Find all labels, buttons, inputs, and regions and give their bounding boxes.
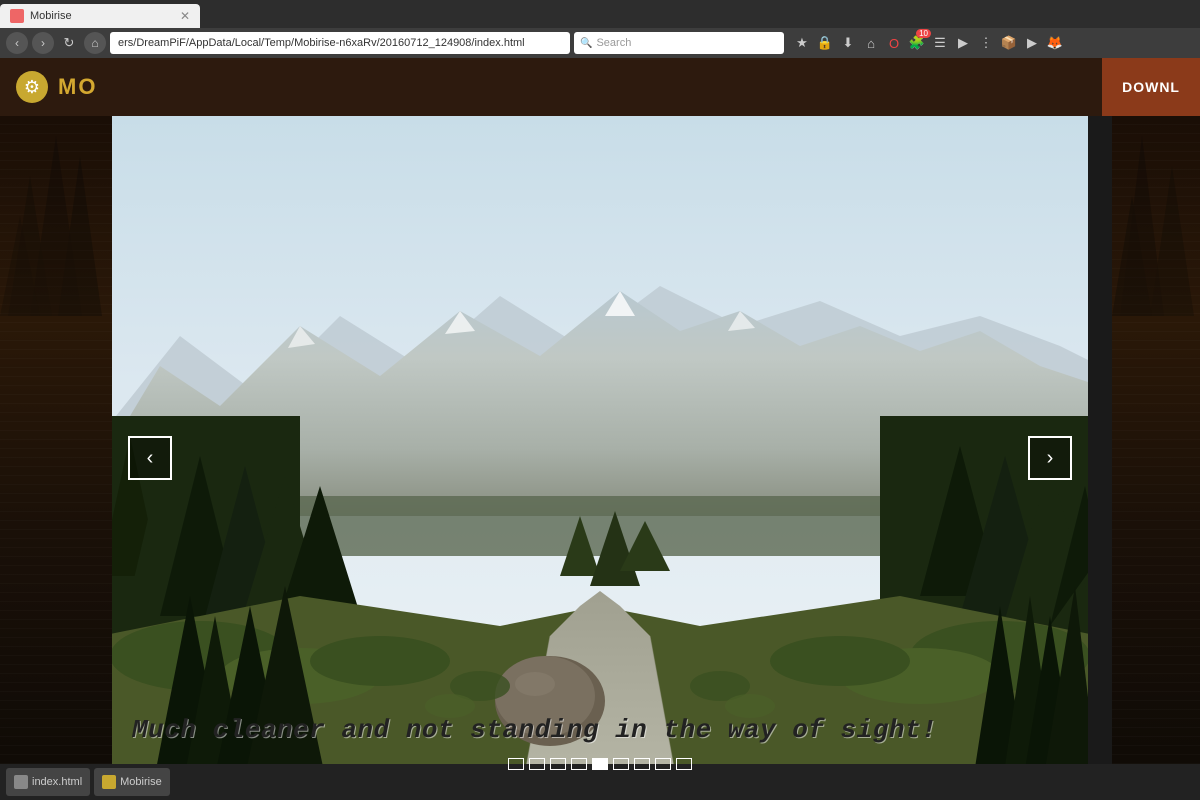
taskbar-item-1[interactable]: index.html xyxy=(6,768,90,796)
browser-chrome: Mobirise ✕ ‹ › ↻ ⌂ ers/DreamPiF/AppData/… xyxy=(0,0,1200,58)
extra-icon-2[interactable]: 📦 xyxy=(999,33,1019,53)
active-tab[interactable]: Mobirise ✕ xyxy=(0,4,200,28)
slide-indicators xyxy=(508,758,692,770)
tab-label: Mobirise xyxy=(30,10,72,22)
house-icon[interactable]: ⌂ xyxy=(861,33,881,53)
search-placeholder: Search xyxy=(596,37,631,49)
tab-close-button[interactable]: ✕ xyxy=(180,9,190,23)
extra-icon-3[interactable]: ▶ xyxy=(1022,33,1042,53)
extra-icon-4[interactable]: 🦊 xyxy=(1045,33,1065,53)
sidebar-right xyxy=(1112,116,1200,800)
indicator-6[interactable] xyxy=(613,758,629,770)
address-text: ers/DreamPiF/AppData/Local/Temp/Mobirise… xyxy=(118,37,525,49)
search-bar[interactable]: 🔍 Search xyxy=(574,32,784,54)
badge-count: 10 xyxy=(916,29,931,38)
browser-toolbar-icons: ★ 🔒 ⬇ ⌂ O 🧩 10 ☰ ▶ ⋮ 📦 ▶ 🦊 xyxy=(792,33,1065,53)
forward-button[interactable]: › xyxy=(32,32,54,54)
download-button[interactable]: DOWNL xyxy=(1102,58,1200,116)
taskbar-icon-1 xyxy=(14,775,28,789)
indicator-1[interactable] xyxy=(508,758,524,770)
back-button[interactable]: ‹ xyxy=(6,32,28,54)
extra-icon-1[interactable]: ⋮ xyxy=(976,33,996,53)
indicator-2[interactable] xyxy=(529,758,545,770)
tab-favicon xyxy=(10,9,24,23)
sidebar-bg-left xyxy=(0,116,112,800)
download-icon[interactable]: ⬇ xyxy=(838,33,858,53)
taskbar-label-1: index.html xyxy=(32,776,82,788)
lock-icon[interactable]: 🔒 xyxy=(815,33,835,53)
opera-icon[interactable]: O xyxy=(884,33,904,53)
app-title: MO xyxy=(58,74,97,100)
slide-caption: Much cleaner and not standing in the way… xyxy=(112,715,1088,745)
gear-icon: ⚙ xyxy=(16,71,48,103)
sidebar-left xyxy=(0,116,112,800)
indicator-3[interactable] xyxy=(550,758,566,770)
refresh-button[interactable]: ↻ xyxy=(58,32,80,54)
main-content: ‹ › Much cleaner and not standing in the… xyxy=(0,116,1200,800)
indicator-5[interactable] xyxy=(592,758,608,770)
sidebar-bg-right xyxy=(1112,116,1200,800)
bookmark-icon[interactable]: ★ xyxy=(792,33,812,53)
arrow-icon[interactable]: ▶ xyxy=(953,33,973,53)
indicator-8[interactable] xyxy=(655,758,671,770)
browser-tabs: Mobirise ✕ xyxy=(0,0,1200,28)
taskbar-icon-2 xyxy=(102,775,116,789)
taskbar-item-2[interactable]: Mobirise xyxy=(94,768,170,796)
search-icon: 🔍 xyxy=(580,38,592,49)
app-area: ⚙ MO DOWNL xyxy=(0,58,1200,800)
home-button[interactable]: ⌂ xyxy=(84,32,106,54)
app-logo: ⚙ MO xyxy=(16,71,97,103)
caption-text: Much cleaner and not standing in the way… xyxy=(132,715,937,745)
indicator-7[interactable] xyxy=(634,758,650,770)
indicator-9[interactable] xyxy=(676,758,692,770)
extensions-icon[interactable]: 🧩 10 xyxy=(907,33,927,53)
slide-next-button[interactable]: › xyxy=(1028,436,1072,480)
slide-image xyxy=(112,116,1088,800)
taskbar-label-2: Mobirise xyxy=(120,776,162,788)
address-bar[interactable]: ers/DreamPiF/AppData/Local/Temp/Mobirise… xyxy=(110,32,570,54)
browser-toolbar: ‹ › ↻ ⌂ ers/DreamPiF/AppData/Local/Temp/… xyxy=(0,28,1200,58)
menu-icon[interactable]: ☰ xyxy=(930,33,950,53)
slideshow-container: ‹ › Much cleaner and not standing in the… xyxy=(112,116,1088,800)
slide-prev-button[interactable]: ‹ xyxy=(128,436,172,480)
indicator-4[interactable] xyxy=(571,758,587,770)
app-topbar: ⚙ MO DOWNL xyxy=(0,58,1200,116)
